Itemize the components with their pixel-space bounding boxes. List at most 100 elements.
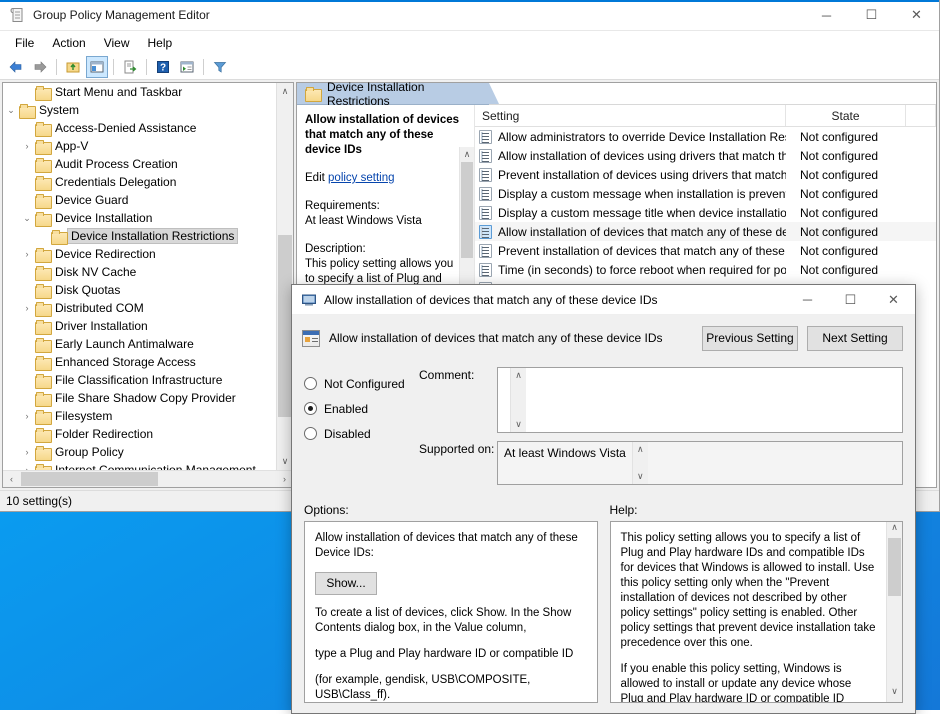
up-one-level-icon[interactable] [62,56,84,78]
chevron-right-icon[interactable]: › [19,411,35,421]
tree-item-access-denied-assistance[interactable]: Access-Denied Assistance [3,119,275,137]
tree-scroll-up-icon[interactable]: ∧ [277,83,293,100]
menu-help[interactable]: Help [139,33,182,53]
column-header-setting[interactable]: Setting [475,105,786,126]
comment-textarea[interactable]: ∧ ∨ [497,367,903,433]
tree-item-system[interactable]: ⌄System [3,101,275,119]
chevron-right-icon[interactable]: › [19,447,35,457]
chevron-down-icon[interactable]: ⌄ [19,213,35,224]
tree-item-credentials-delegation[interactable]: Credentials Delegation [3,173,275,191]
next-setting-button[interactable]: Next Setting [807,326,903,351]
policy-window-icon [301,292,317,308]
tree-item-disk-nv-cache[interactable]: Disk NV Cache [3,263,275,281]
tree-item-enhanced-storage-access[interactable]: Enhanced Storage Access [3,353,275,371]
tree-item-start-menu-and-taskbar[interactable]: Start Menu and Taskbar [3,83,275,101]
tree-item-audit-process-creation[interactable]: Audit Process Creation [3,155,275,173]
supported-on-textarea[interactable]: At least Windows Vista ∧ ∨ [497,441,903,485]
tree-item-distributed-com[interactable]: ›Distributed COM [3,299,275,317]
table-row[interactable]: Display a custom message title when devi… [475,203,936,222]
table-row[interactable]: Allow administrators to override Device … [475,127,936,146]
column-header-state[interactable]: State [786,105,906,126]
state-radio-group: Not Configured Enabled Disabled [304,367,419,493]
tree-item-folder-redirection[interactable]: Folder Redirection [3,425,275,443]
previous-setting-button[interactable]: Previous Setting [702,326,798,351]
table-row[interactable]: Prevent installation of devices using dr… [475,165,936,184]
supported-on-scrollbar[interactable]: ∧ ∨ [632,442,648,484]
export-list-icon[interactable] [119,56,141,78]
setting-name: Display a custom message title when devi… [498,206,786,220]
options-content: Allow installation of devices that match… [305,522,597,702]
detail-scroll-thumb[interactable] [461,162,473,258]
tree-item-label: Early Launch Antimalware [55,337,194,351]
dialog-minimize-button[interactable]: ─ [786,285,829,315]
show-hide-console-tree-icon[interactable] [86,56,108,78]
setting-state: Not configured [786,244,906,258]
show-button[interactable]: Show... [315,572,377,595]
tree-hscroll-thumb[interactable] [21,472,158,486]
tree-item-driver-installation[interactable]: Driver Installation [3,317,275,335]
tree-scroll-left-icon[interactable]: ‹ [3,474,20,484]
tree-item-device-guard[interactable]: Device Guard [3,191,275,209]
menu-file[interactable]: File [6,33,43,53]
table-row[interactable]: Allow installation of devices using driv… [475,146,936,165]
options-para-2: type a Plug and Play hardware ID or comp… [315,647,587,662]
radio-enabled[interactable]: Enabled [304,396,419,421]
table-row[interactable]: Time (in seconds) to force reboot when r… [475,260,936,279]
tree-item-device-redirection[interactable]: ›Device Redirection [3,245,275,263]
help-scroll-down-icon[interactable]: ∨ [887,686,902,702]
table-row[interactable]: Prevent installation of devices that mat… [475,241,936,260]
supported-scroll-down-icon[interactable]: ∨ [637,471,644,482]
forward-icon[interactable] [29,56,51,78]
folder-icon [35,158,50,171]
tree-item-file-classification-infrastructure[interactable]: File Classification Infrastructure [3,371,275,389]
tree-scroll-thumb[interactable] [278,235,292,417]
filter-icon[interactable] [209,56,231,78]
pane-header-bar: Device Installation Restrictions [297,83,936,105]
minimize-button[interactable]: ─ [804,0,849,31]
tree-item-filesystem[interactable]: ›Filesystem [3,407,275,425]
radio-disabled-label: Disabled [324,427,371,441]
dialog-close-button[interactable]: ✕ [872,285,915,315]
tree-item-device-installation[interactable]: ⌄Device Installation [3,209,275,227]
help-scroll-thumb[interactable] [888,538,901,596]
tree-item-app-v[interactable]: ›App-V [3,137,275,155]
comment-label: Comment: [419,367,497,433]
properties-icon[interactable] [176,56,198,78]
detail-scroll-up-icon[interactable]: ∧ [460,147,474,162]
comment-scroll-up-icon[interactable]: ∧ [515,370,522,381]
help-icon[interactable]: ? [152,56,174,78]
edit-policy-setting-link[interactable]: policy setting [328,172,394,184]
radio-not-configured[interactable]: Not Configured [304,371,419,396]
comment-scroll-down-icon[interactable]: ∨ [515,419,522,430]
table-row[interactable]: Display a custom message when installati… [475,184,936,203]
help-scroll-up-icon[interactable]: ∧ [887,522,902,538]
tree-item-internet-communication-management[interactable]: ›Internet Communication Management [3,461,275,470]
back-icon[interactable] [5,56,27,78]
help-scrollbar[interactable]: ∧ ∨ [886,522,902,702]
menu-action[interactable]: Action [43,33,94,53]
maximize-button[interactable]: ☐ [849,0,894,31]
radio-not-configured-indicator[interactable] [304,377,317,390]
chevron-right-icon[interactable]: › [19,249,35,259]
menu-view[interactable]: View [95,33,139,53]
table-row[interactable]: Allow installation of devices that match… [475,222,936,241]
radio-disabled-indicator[interactable] [304,427,317,440]
tree-item-device-installation-restrictions[interactable]: Device Installation Restrictions [3,227,275,245]
setting-name: Display a custom message when installati… [498,187,786,201]
tree-item-early-launch-antimalware[interactable]: Early Launch Antimalware [3,335,275,353]
radio-disabled[interactable]: Disabled [304,421,419,446]
help-label: Help: [610,503,904,517]
tree-horizontal-scrollbar[interactable]: ‹ › [3,470,293,487]
supported-scroll-up-icon[interactable]: ∧ [637,444,644,455]
chevron-right-icon[interactable]: › [19,303,35,313]
chevron-down-icon[interactable]: ⌄ [3,105,19,116]
close-button[interactable]: ✕ [894,0,939,31]
chevron-right-icon[interactable]: › [19,141,35,151]
dialog-maximize-button[interactable]: ☐ [829,285,872,315]
menu-bar: File Action View Help [0,31,939,54]
comment-scrollbar[interactable]: ∧ ∨ [510,368,526,432]
tree-item-group-policy[interactable]: ›Group Policy [3,443,275,461]
radio-enabled-indicator[interactable] [304,402,317,415]
tree-item-file-share-shadow-copy-provider[interactable]: File Share Shadow Copy Provider [3,389,275,407]
tree-item-disk-quotas[interactable]: Disk Quotas [3,281,275,299]
